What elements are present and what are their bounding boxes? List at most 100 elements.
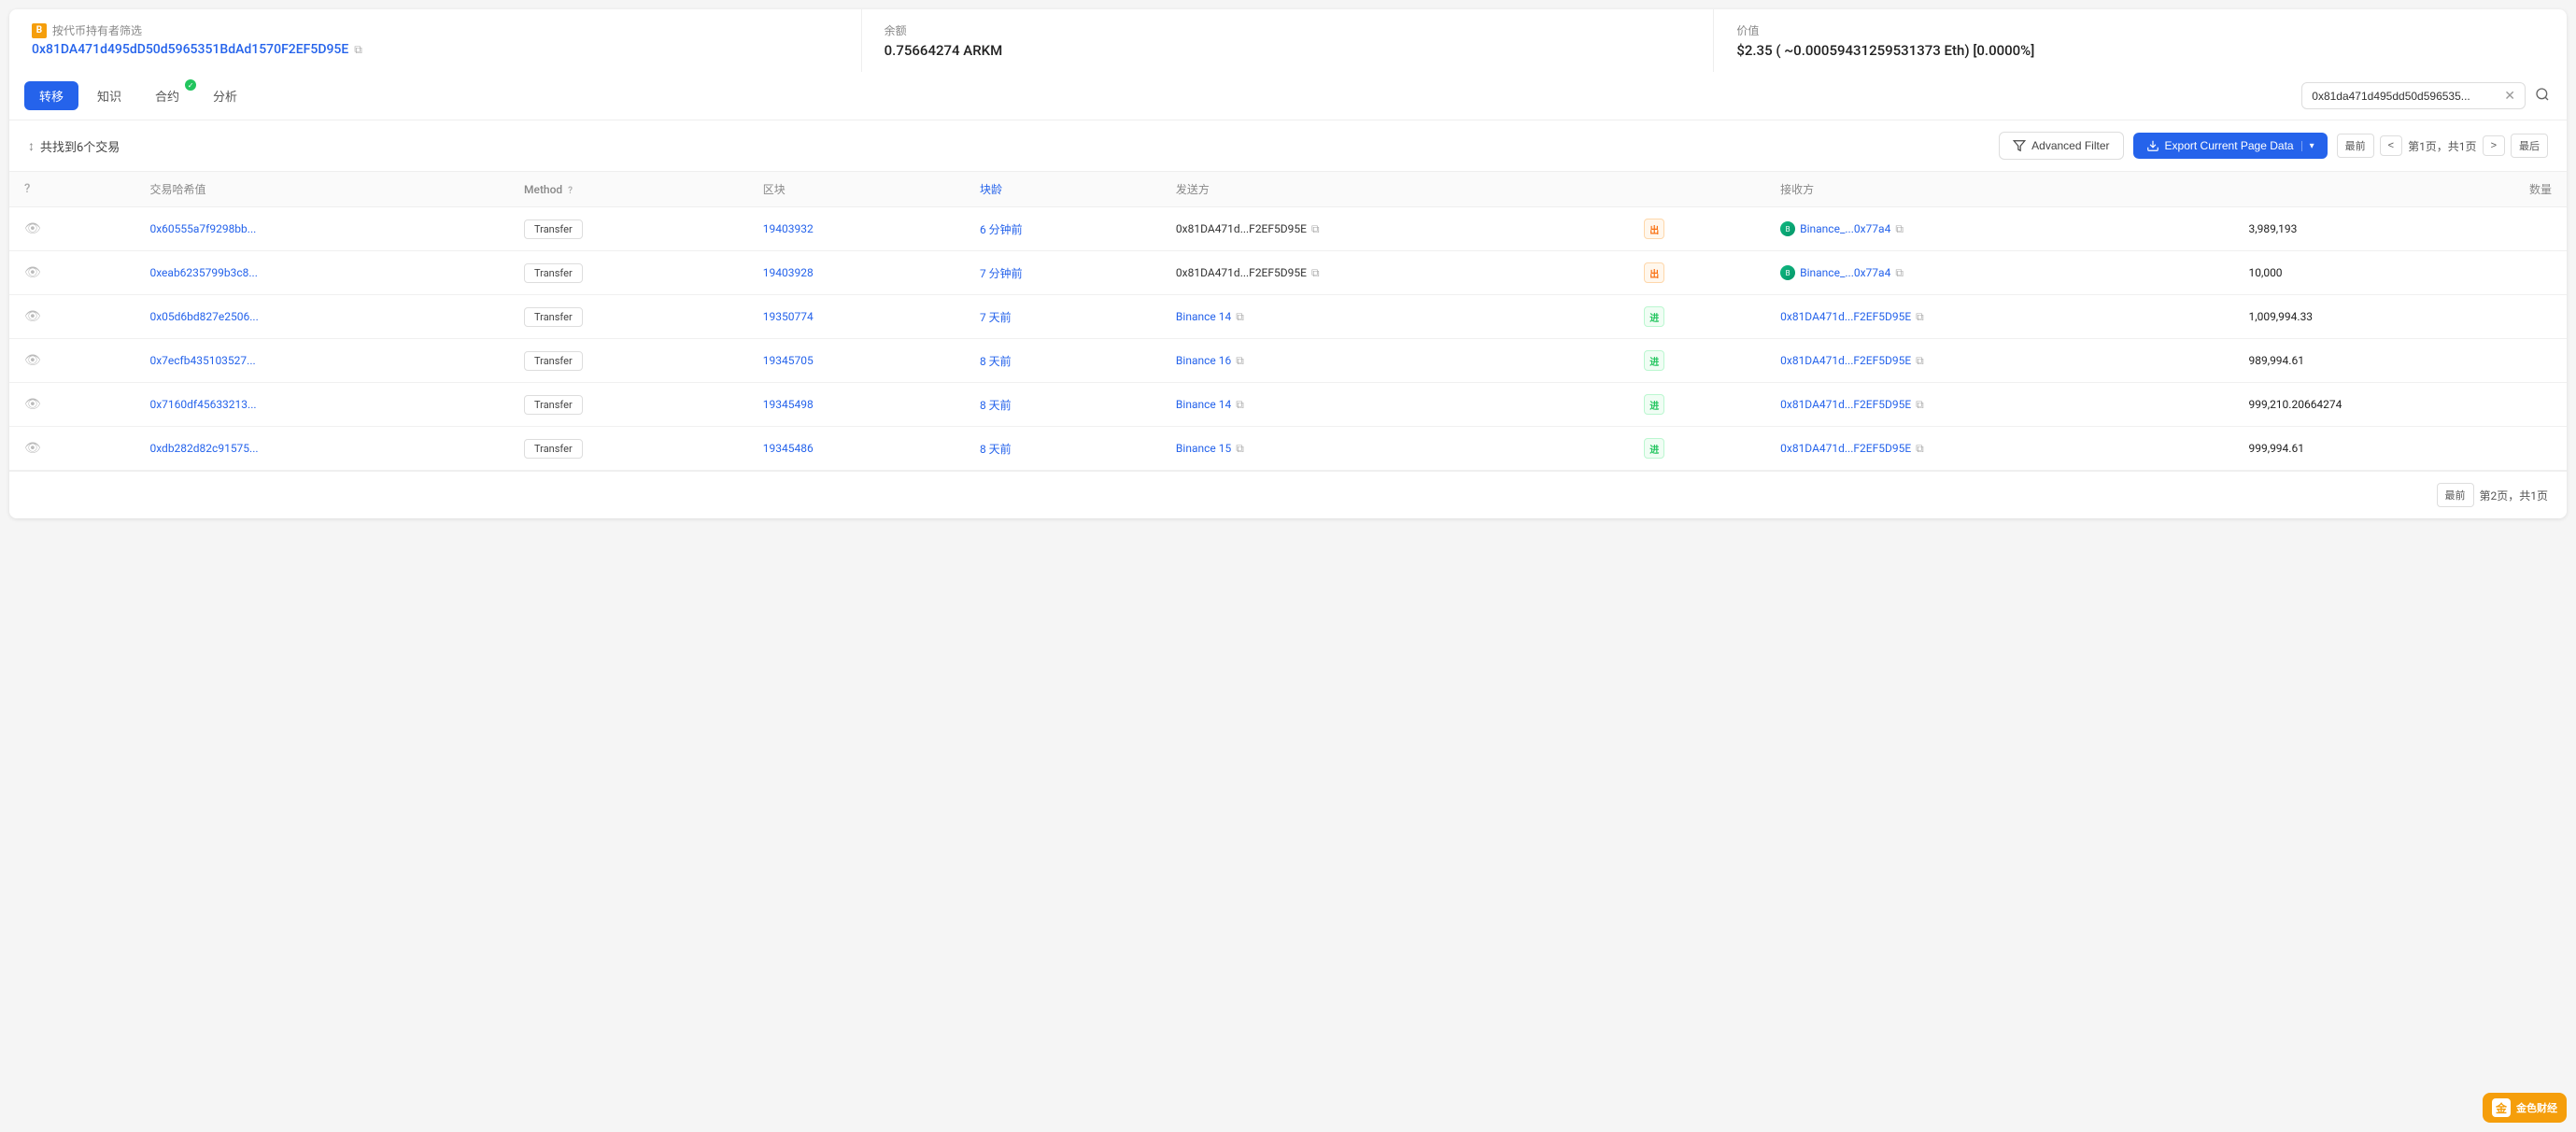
prev-page-button[interactable]: < (2380, 135, 2402, 156)
th-hash: 交易哈希值 (134, 172, 509, 207)
sender-link[interactable]: Binance 14 (1176, 310, 1231, 323)
copy-receiver-icon[interactable]: ⧉ (1916, 354, 1924, 368)
tx-hash-link[interactable]: 0xeab6235799b3c8... (149, 266, 257, 279)
age-text: 6 分钟前 (980, 223, 1023, 236)
method-cell: Transfer (509, 339, 748, 383)
direction-badge: 进 (1644, 306, 1664, 327)
copy-sender-icon[interactable]: ⧉ (1236, 310, 1244, 324)
block-link[interactable]: 19345705 (763, 354, 814, 367)
search-button[interactable] (2533, 85, 2552, 106)
sender-cell: Binance 14 ⧉ (1161, 383, 1629, 427)
block-cell: 19403932 (748, 207, 965, 251)
receiver-link[interactable]: Binance_...0x77a4 (1800, 266, 1890, 279)
block-link[interactable]: 19345486 (763, 442, 814, 455)
sender-link[interactable]: Binance 14 (1176, 398, 1231, 411)
export-dropdown-icon[interactable]: ▾ (2301, 141, 2314, 151)
copy-receiver-icon[interactable]: ⧉ (1916, 398, 1924, 412)
value-value: $2.35 ( ~0.00059431259531373 Eth) [0.000… (1736, 42, 2544, 59)
th-direction (1629, 172, 1765, 207)
block-link[interactable]: 19345498 (763, 398, 814, 411)
copy-sender-icon[interactable]: ⧉ (1236, 398, 1244, 412)
direction-badge: 出 (1644, 262, 1664, 283)
th-amount: 数量 (2233, 172, 2567, 207)
copy-sender-icon[interactable]: ⧉ (1311, 222, 1320, 236)
table-row: 👁 0x7160df45633213... Transfer 19345498 … (9, 383, 2567, 427)
method-badge: Transfer (524, 219, 583, 239)
block-link[interactable]: 19403932 (763, 222, 814, 235)
tabs-right-section: ✕ (2301, 82, 2552, 109)
export-button[interactable]: Export Current Page Data ▾ (2133, 133, 2328, 159)
receiver-link[interactable]: 0x81DA471d...F2EF5D95E (1780, 310, 1911, 323)
tab-knowledge[interactable]: 知识 (82, 81, 136, 110)
receiver-link[interactable]: 0x81DA471d...F2EF5D95E (1780, 442, 1911, 455)
receiver-address-container: 0x81DA471d...F2EF5D95E ⧉ (1780, 442, 2218, 456)
tx-hash-link[interactable]: 0x60555a7f9298bb... (149, 222, 256, 235)
receiver-link[interactable]: Binance_...0x77a4 (1800, 222, 1890, 235)
table-toolbar: ↕ 共找到6个交易 Advanced Filter Export Current… (9, 120, 2567, 172)
results-count: ↕ 共找到6个交易 (28, 137, 120, 155)
tx-hash-link[interactable]: 0x05d6bd827e2506... (149, 310, 258, 323)
amount-cell: 989,994.61 (2233, 339, 2567, 383)
direction-badge: 进 (1644, 350, 1664, 371)
receiver-link[interactable]: 0x81DA471d...F2EF5D95E (1780, 354, 1911, 367)
eye-icon[interactable]: 👁 (24, 353, 41, 368)
pagination: 最前 < 第1页，共1页 > 最后 (2337, 134, 2548, 158)
tab-transfer[interactable]: 转移 (24, 81, 78, 110)
eye-icon[interactable]: 👁 (24, 309, 41, 324)
tx-hash-link[interactable]: 0x7160df45633213... (149, 398, 256, 411)
method-help-icon: ? (568, 186, 573, 196)
sender-link[interactable]: Binance 15 (1176, 442, 1231, 455)
direction-badge: 出 (1644, 219, 1664, 239)
search-input[interactable] (2312, 90, 2498, 103)
next-page-button[interactable]: > (2483, 135, 2505, 156)
copy-receiver-icon[interactable]: ⧉ (1916, 442, 1924, 456)
last-page-button[interactable]: 最后 (2511, 134, 2548, 158)
copy-receiver-icon[interactable]: ⧉ (1916, 310, 1924, 324)
receiver-cell: 0x81DA471d...F2EF5D95E ⧉ (1765, 339, 2233, 383)
sender-link[interactable]: Binance 16 (1176, 354, 1231, 367)
eye-cell: 👁 (9, 339, 134, 383)
watermark-logo: 金 (2492, 1098, 2511, 1117)
copy-sender-icon[interactable]: ⧉ (1236, 442, 1244, 456)
search-container: ✕ (2301, 82, 2526, 109)
eye-icon[interactable]: 👁 (24, 265, 41, 280)
clear-search-button[interactable]: ✕ (2504, 88, 2515, 104)
receiver-link[interactable]: 0x81DA471d...F2EF5D95E (1780, 398, 1911, 411)
copy-address-icon[interactable]: ⧉ (354, 43, 362, 57)
tx-hash-link[interactable]: 0x7ecfb435103527... (149, 354, 255, 367)
th-receiver: 接收方 (1765, 172, 2233, 207)
first-page-button[interactable]: 最前 (2337, 134, 2374, 158)
direction-cell: 进 (1629, 427, 1765, 471)
age-text: 7 天前 (980, 311, 1012, 324)
receiver-address-container: 0x81DA471d...F2EF5D95E ⧉ (1780, 398, 2218, 412)
bottom-first-page-button[interactable]: 最前 (2437, 483, 2474, 507)
method-cell: Transfer (509, 251, 748, 295)
tx-hash-link[interactable]: 0xdb282d82c91575... (149, 442, 258, 455)
bottom-page-info: 第2页，共1页 (2480, 488, 2549, 503)
hash-cell: 0x05d6bd827e2506... (134, 295, 509, 339)
block-link[interactable]: 19350774 (763, 310, 814, 323)
tab-analysis[interactable]: 分析 (198, 81, 252, 110)
amount-text: 1,009,994.33 (2248, 310, 2313, 323)
copy-receiver-icon[interactable]: ⧉ (1895, 266, 1904, 280)
tab-contract[interactable]: 合约 ✓ (140, 81, 194, 110)
block-cell: 19345486 (748, 427, 965, 471)
advanced-filter-button[interactable]: Advanced Filter (1999, 132, 2123, 160)
direction-cell: 进 (1629, 383, 1765, 427)
copy-sender-icon[interactable]: ⧉ (1311, 266, 1320, 280)
receiver-address-container: B Binance_...0x77a4 ⧉ (1780, 221, 2218, 236)
copy-sender-icon[interactable]: ⧉ (1236, 354, 1244, 368)
th-sender: 发送方 (1161, 172, 1629, 207)
eye-icon[interactable]: 👁 (24, 221, 41, 236)
copy-receiver-icon[interactable]: ⧉ (1895, 222, 1904, 236)
address-value[interactable]: 0x81DA471d495dD50d5965351BdAd1570F2EF5D9… (32, 42, 839, 57)
block-link[interactable]: 19403928 (763, 266, 814, 279)
sender-address-container: Binance 14 ⧉ (1176, 398, 1614, 412)
receiver-address-container: B Binance_...0x77a4 ⧉ (1780, 265, 2218, 280)
method-badge: Transfer (524, 307, 583, 327)
eye-icon[interactable]: 👁 (24, 397, 41, 412)
eye-icon[interactable]: 👁 (24, 441, 41, 456)
sender-address-container: Binance 16 ⧉ (1176, 354, 1614, 368)
tag-icon: B (32, 23, 47, 38)
amount-text: 10,000 (2248, 266, 2282, 279)
